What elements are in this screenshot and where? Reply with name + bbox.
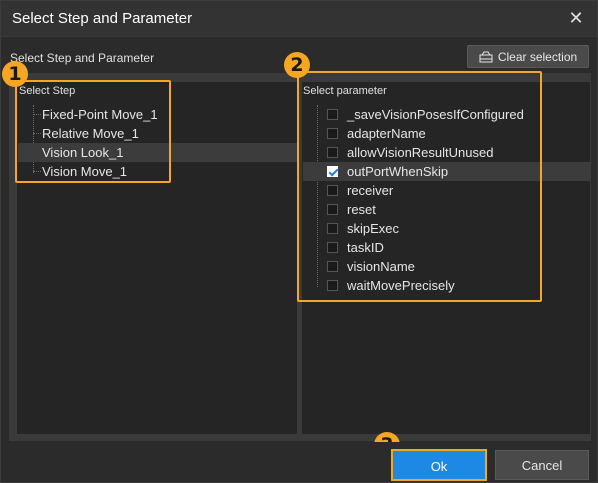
callout-badge-2: 2 [284, 52, 310, 78]
clear-selection-label: Clear selection [497, 49, 578, 64]
callout-badge-1: 1 [2, 61, 28, 87]
callout-box-step [15, 80, 171, 183]
header-label: Select Step and Parameter [10, 51, 155, 65]
eraser-icon [479, 51, 493, 62]
close-icon[interactable]: ✕ [565, 7, 587, 29]
clear-selection-button[interactable]: Clear selection [467, 45, 589, 68]
ok-button[interactable]: Ok [391, 449, 487, 481]
select-step-parameter-dialog: Select Step and Parameter ✕ Select Step … [0, 0, 598, 483]
dialog-title: Select Step and Parameter [12, 10, 193, 27]
callout-box-parameter [297, 71, 542, 302]
title-bar: Select Step and Parameter ✕ [1, 1, 597, 37]
cancel-button[interactable]: Cancel [495, 450, 589, 480]
